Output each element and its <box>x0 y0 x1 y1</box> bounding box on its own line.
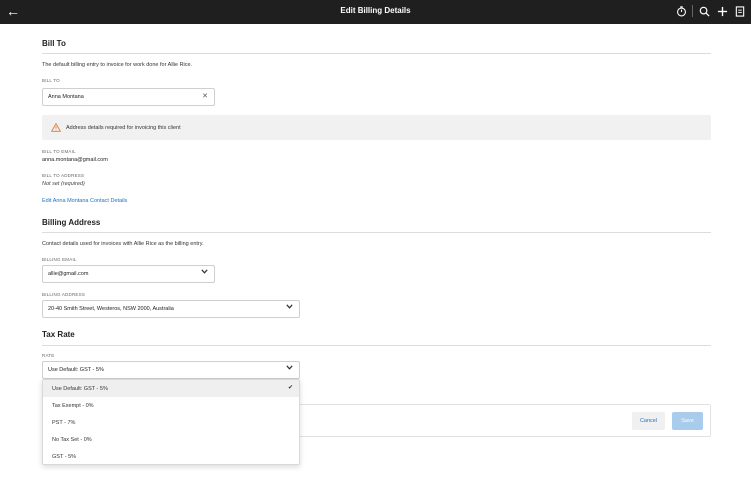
checkmark-icon: ✔ <box>287 385 293 391</box>
option-label: PST - 7% <box>52 419 76 426</box>
dropdown-option[interactable]: GST - 5% <box>43 448 299 465</box>
divider <box>692 5 693 17</box>
option-label: Use Default: GST - 5% <box>52 385 108 392</box>
chevron-down-icon <box>201 269 208 276</box>
cancel-button[interactable]: Cancel <box>632 412 665 430</box>
chevron-down-icon <box>286 365 293 372</box>
dropdown-option[interactable]: Use Default: GST - 5% ✔ <box>43 380 299 397</box>
tax-rate-heading: Tax Rate <box>42 330 75 339</box>
page-title: Edit Billing Details <box>340 6 411 15</box>
address-warning-alert: Address details required for invoicing t… <box>42 115 711 140</box>
billing-email-label: BILLING EMAIL <box>42 257 77 262</box>
billing-email-value: allie@gmail.com <box>48 271 89 277</box>
dropdown-option[interactable]: PST - 7% <box>43 414 299 431</box>
bill-to-email-value: anna.montana@gmail.com <box>42 157 108 163</box>
bill-to-value: Anna Montana <box>48 94 84 100</box>
divider <box>42 53 711 54</box>
dropdown-option[interactable]: No Tax Set - 0% <box>43 431 299 448</box>
billing-address-select[interactable]: 20-40 Smith Street, Westeros, NSW 2000, … <box>42 300 300 318</box>
tax-rate-select[interactable]: Use Default: GST - 5% <box>42 361 300 379</box>
bill-to-input[interactable]: Anna Montana ✕ <box>42 88 215 106</box>
bill-to-label: BILL TO <box>42 78 60 83</box>
plus-icon[interactable] <box>715 4 729 18</box>
header-actions <box>674 4 747 18</box>
tax-rate-value: Use Default: GST - 5% <box>48 367 104 373</box>
timer-icon[interactable] <box>674 4 688 18</box>
option-label: No Tax Set - 0% <box>52 436 92 443</box>
rate-label: RATE <box>42 353 55 358</box>
top-bar: ← Edit Billing Details <box>0 0 751 24</box>
warning-icon <box>51 123 61 133</box>
billing-address-value: 20-40 Smith Street, Westeros, NSW 2000, … <box>48 306 174 312</box>
bill-to-description: The default billing entry to invoice for… <box>42 62 193 68</box>
bill-to-heading: Bill To <box>42 39 66 48</box>
document-icon[interactable] <box>733 4 747 18</box>
chevron-down-icon <box>286 304 293 311</box>
billing-address-label: BILLING ADDRESS <box>42 292 86 297</box>
tax-rate-dropdown: Use Default: GST - 5% ✔ Tax Exempt - 0% … <box>42 379 300 465</box>
divider <box>42 345 711 346</box>
option-label: GST - 5% <box>52 453 77 460</box>
clear-icon[interactable]: ✕ <box>202 92 208 100</box>
bill-to-address-value: Not set (required) <box>42 181 85 187</box>
billing-email-select[interactable]: allie@gmail.com <box>42 265 215 283</box>
billing-address-description: Contact details used for invoices with A… <box>42 241 204 247</box>
bill-to-email-label: BILL TO EMAIL <box>42 149 76 154</box>
option-label: Tax Exempt - 0% <box>52 402 94 409</box>
billing-address-heading: Billing Address <box>42 218 101 227</box>
alert-text: Address details required for invoicing t… <box>66 124 181 131</box>
bill-to-address-label: BILL TO ADDRESS <box>42 173 85 178</box>
search-icon[interactable] <box>697 4 711 18</box>
divider <box>42 232 711 233</box>
edit-contact-link[interactable]: Edit Anna Montana Contact Details <box>42 198 127 204</box>
save-button[interactable]: Save <box>672 412 703 430</box>
dropdown-option[interactable]: Tax Exempt - 0% <box>43 397 299 414</box>
